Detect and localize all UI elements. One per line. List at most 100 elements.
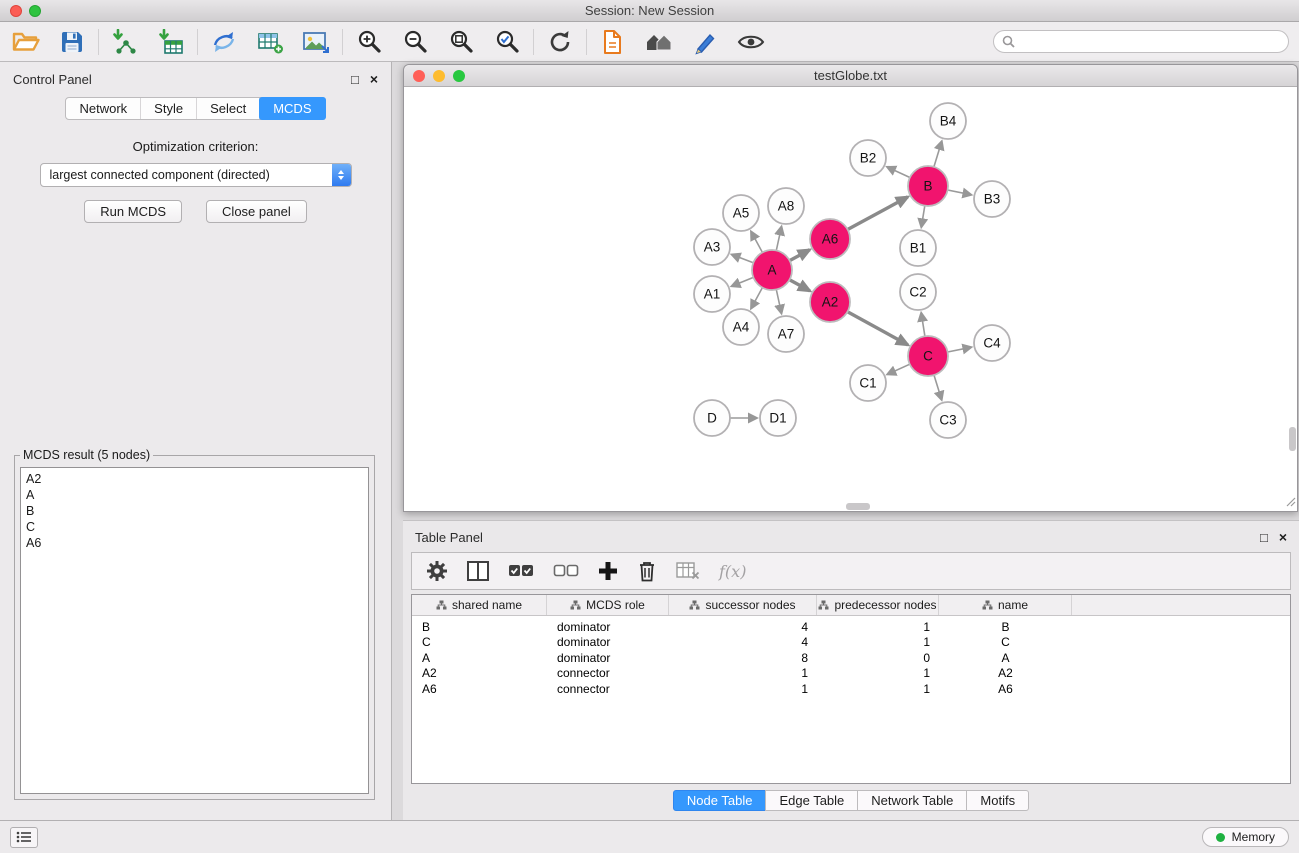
table-cell[interactable]: 1 bbox=[817, 635, 939, 649]
graph-node-C3[interactable] bbox=[930, 402, 966, 438]
graph-edge-B-B3[interactable] bbox=[948, 190, 972, 195]
network-canvas[interactable]: B4B2BB3A5A8A6B1A3AC2A1A2A4A7C4CC1C3DD1 bbox=[404, 87, 1297, 511]
graph-edge-A-A7[interactable] bbox=[776, 290, 781, 314]
recent-session-button[interactable] bbox=[597, 27, 629, 57]
table-cell[interactable]: A2 bbox=[412, 666, 547, 680]
table-cell[interactable]: 4 bbox=[669, 635, 817, 649]
graph-edge-C-C1[interactable] bbox=[887, 364, 910, 374]
optimization-criterion-dropdown[interactable]: largest connected component (directed) bbox=[40, 163, 352, 187]
new-table-button[interactable] bbox=[254, 27, 286, 57]
graph-edge-A-A2[interactable] bbox=[790, 280, 810, 291]
table-cell[interactable]: 1 bbox=[817, 682, 939, 696]
table-cell[interactable]: dominator bbox=[547, 651, 669, 665]
deselect-all-button[interactable] bbox=[553, 562, 579, 580]
graph-edge-C-C2[interactable] bbox=[921, 313, 925, 337]
column-header-successor-nodes[interactable]: successor nodes bbox=[669, 595, 817, 615]
table-row[interactable]: B dominator 4 1 B bbox=[412, 619, 1290, 635]
graph-edge-A-A1[interactable] bbox=[732, 277, 754, 286]
graph-edge-A-A6[interactable] bbox=[790, 250, 810, 261]
close-table-panel-icon[interactable]: × bbox=[1279, 530, 1287, 544]
close-panel-icon[interactable]: × bbox=[370, 72, 378, 86]
graph-node-B3[interactable] bbox=[974, 181, 1010, 217]
zoom-selected-button[interactable] bbox=[491, 27, 523, 57]
network-graph[interactable]: B4B2BB3A5A8A6B1A3AC2A1A2A4A7C4CC1C3DD1 bbox=[404, 87, 1297, 511]
show-details-button[interactable] bbox=[735, 27, 767, 57]
table-row[interactable]: A dominator 8 0 A bbox=[412, 650, 1290, 666]
tab-node-table[interactable]: Node Table bbox=[673, 790, 767, 811]
list-item[interactable]: A bbox=[26, 487, 363, 503]
tab-mcds[interactable]: MCDS bbox=[259, 97, 325, 120]
graph-node-B4[interactable] bbox=[930, 103, 966, 139]
close-network-icon[interactable] bbox=[413, 70, 425, 82]
table-cell[interactable]: 1 bbox=[817, 666, 939, 680]
table-cell[interactable]: A6 bbox=[412, 682, 547, 696]
save-session-button[interactable] bbox=[56, 27, 88, 57]
graph-node-A5[interactable] bbox=[723, 195, 759, 231]
tab-select[interactable]: Select bbox=[197, 98, 260, 119]
search-input[interactable] bbox=[1020, 35, 1280, 49]
table-cell[interactable]: A6 bbox=[939, 682, 1072, 696]
graph-node-A1[interactable] bbox=[694, 276, 730, 312]
import-table-button[interactable] bbox=[155, 27, 187, 57]
run-mcds-button[interactable]: Run MCDS bbox=[84, 200, 182, 223]
zoom-out-button[interactable] bbox=[399, 27, 431, 57]
table-cell[interactable]: 0 bbox=[817, 651, 939, 665]
table-cell[interactable]: connector bbox=[547, 682, 669, 696]
graph-node-D1[interactable] bbox=[760, 400, 796, 436]
table-cell[interactable]: B bbox=[412, 620, 547, 634]
graph-edge-C-C4[interactable] bbox=[948, 347, 972, 352]
table-cell[interactable]: A bbox=[412, 651, 547, 665]
table-row[interactable]: A2 connector 1 1 A2 bbox=[412, 666, 1290, 682]
graph-node-B1[interactable] bbox=[900, 230, 936, 266]
graph-node-A[interactable] bbox=[752, 250, 792, 290]
graph-edge-B-B4[interactable] bbox=[934, 141, 942, 167]
show-columns-button[interactable] bbox=[467, 561, 489, 581]
list-item[interactable]: B bbox=[26, 503, 363, 519]
search-field[interactable] bbox=[993, 30, 1289, 53]
graph-node-A7[interactable] bbox=[768, 316, 804, 352]
graph-edge-A2-C[interactable] bbox=[848, 312, 908, 345]
memory-button[interactable]: Memory bbox=[1202, 827, 1289, 847]
horizontal-scrollbar-thumb[interactable] bbox=[846, 503, 870, 510]
minimize-network-icon[interactable] bbox=[433, 70, 445, 82]
vertical-scrollbar-thumb[interactable] bbox=[1289, 427, 1296, 451]
column-header-shared-name[interactable]: shared name bbox=[412, 595, 547, 615]
graph-node-A4[interactable] bbox=[723, 309, 759, 345]
table-cell[interactable]: 8 bbox=[669, 651, 817, 665]
tab-network-table[interactable]: Network Table bbox=[857, 790, 967, 811]
graph-edge-A6-B[interactable] bbox=[848, 197, 908, 230]
table-row[interactable]: C dominator 4 1 C bbox=[412, 635, 1290, 651]
table-cell[interactable]: connector bbox=[547, 666, 669, 680]
table-cell[interactable]: A bbox=[939, 651, 1072, 665]
function-builder-button[interactable]: f(x) bbox=[719, 562, 746, 581]
graph-node-C1[interactable] bbox=[850, 365, 886, 401]
mcds-result-list[interactable]: A2 A B C A6 bbox=[20, 467, 369, 794]
home-button[interactable] bbox=[643, 27, 675, 57]
delete-row-button[interactable] bbox=[637, 560, 657, 582]
table-row[interactable]: A6 connector 1 1 A6 bbox=[412, 681, 1290, 697]
import-network-button[interactable] bbox=[109, 27, 141, 57]
table-cell[interactable]: 4 bbox=[669, 620, 817, 634]
graph-node-C[interactable] bbox=[908, 336, 948, 376]
column-header-mcds-role[interactable]: MCDS role bbox=[547, 595, 669, 615]
graph-edge-B-B2[interactable] bbox=[887, 167, 910, 178]
graph-node-A2[interactable] bbox=[810, 282, 850, 322]
graph-edge-B-B1[interactable] bbox=[921, 206, 925, 228]
graph-edge-A-A3[interactable] bbox=[732, 255, 754, 263]
resize-grip[interactable] bbox=[1285, 495, 1296, 510]
refresh-view-button[interactable] bbox=[544, 27, 576, 57]
graph-node-A6[interactable] bbox=[810, 219, 850, 259]
zoom-network-icon[interactable] bbox=[453, 70, 465, 82]
table-cell[interactable]: 1 bbox=[669, 682, 817, 696]
network-view-window[interactable]: testGlobe.txt B4B2BB3A5A8A6B1A3AC2A1A2A4… bbox=[403, 64, 1298, 512]
tab-motifs[interactable]: Motifs bbox=[966, 790, 1029, 811]
zoom-window-icon[interactable] bbox=[29, 5, 41, 17]
graph-edge-A-A4[interactable] bbox=[751, 288, 762, 309]
graph-node-D[interactable] bbox=[694, 400, 730, 436]
table-cell[interactable]: dominator bbox=[547, 620, 669, 634]
column-header-predecessor-nodes[interactable]: predecessor nodes bbox=[817, 595, 939, 615]
graph-node-A8[interactable] bbox=[768, 188, 804, 224]
delete-table-button[interactable] bbox=[676, 562, 700, 580]
table-cell[interactable]: A2 bbox=[939, 666, 1072, 680]
table-cell[interactable]: dominator bbox=[547, 635, 669, 649]
